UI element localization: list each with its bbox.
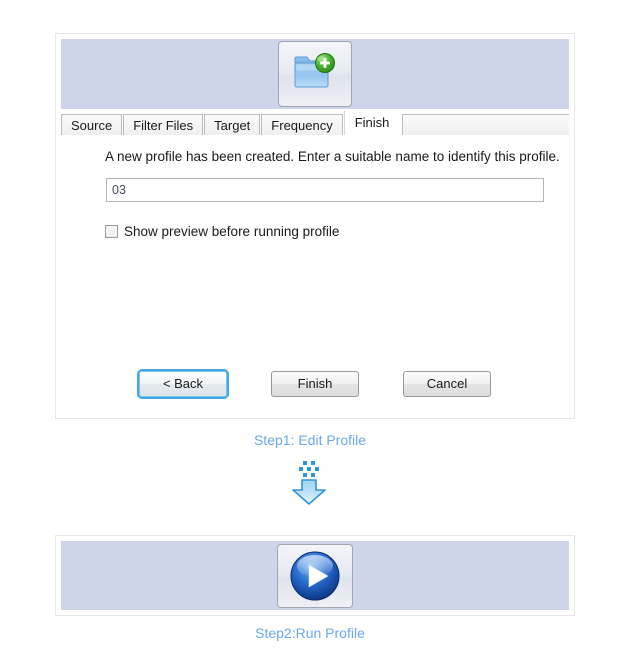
show-preview-checkbox-row[interactable]: Show preview before running profile (105, 222, 339, 240)
finish-tab-panel: A new profile has been created. Enter a … (61, 135, 569, 417)
new-folder-icon (294, 53, 335, 88)
show-preview-label: Show preview before running profile (124, 223, 340, 239)
play-button-icon (290, 551, 340, 600)
step2-header-banner (61, 541, 569, 610)
back-button[interactable]: < Back (137, 369, 229, 399)
step1-caption: Step1: Edit Profile (253, 432, 367, 448)
tab-finish[interactable]: Finish (343, 111, 401, 135)
cancel-button[interactable]: Cancel (403, 371, 491, 397)
profile-name-input[interactable] (106, 178, 544, 202)
tab-target[interactable]: Target (204, 114, 261, 135)
tab-source[interactable]: Source (61, 114, 123, 135)
instruction-text: A new profile has been created. Enter a … (105, 149, 560, 164)
tab-filter-files[interactable]: Filter Files (123, 114, 204, 135)
wizard-page: Source Filter Files Target Frequency Fin… (0, 0, 620, 666)
finish-button[interactable]: Finish (271, 371, 359, 397)
new-profile-icon-button[interactable] (278, 41, 352, 107)
step2-card (55, 535, 575, 616)
step1-card: Source Filter Files Target Frequency Fin… (55, 33, 575, 419)
step2-caption: Step2:Run Profile (255, 625, 365, 641)
tab-frequency[interactable]: Frequency (261, 114, 343, 135)
step1-header-banner (61, 39, 569, 109)
show-preview-checkbox[interactable] (105, 224, 118, 238)
run-profile-icon-button[interactable] (277, 543, 353, 608)
download-arrow-icon (292, 461, 326, 505)
wizard-tabstrip: Source Filter Files Target Frequency Fin… (61, 111, 569, 135)
flow-arrow-container (0, 458, 620, 508)
tabstrip-filler (402, 114, 569, 135)
wizard-button-bar: < Back Finish Cancel (61, 369, 569, 399)
